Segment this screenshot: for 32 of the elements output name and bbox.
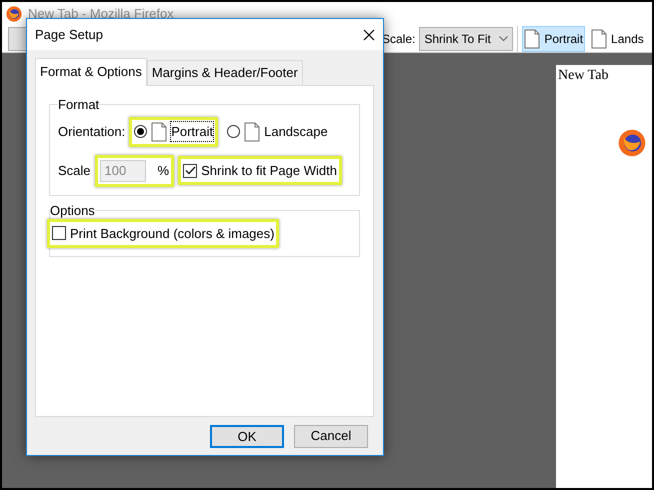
orientation-label: Orientation: xyxy=(58,122,126,141)
checkbox[interactable] xyxy=(52,226,66,240)
scale-label: Scale xyxy=(58,162,91,180)
radio-label[interactable]: Portrait xyxy=(171,122,214,142)
unit-label: % xyxy=(158,162,170,180)
orientation-button[interactable]: Portrait xyxy=(522,26,586,52)
page-header: New Tab xyxy=(557,67,610,85)
page-icon xyxy=(524,28,540,48)
page-icon xyxy=(244,122,260,142)
radio-label[interactable]: Landscape xyxy=(264,122,328,142)
close-icon[interactable] xyxy=(363,28,375,40)
scale-label: Scale: xyxy=(382,30,416,48)
page-icon xyxy=(151,122,168,142)
checkbox-label[interactable]: Shrink to fit Page Width xyxy=(201,160,337,180)
window-title: New Tab - Mozilla Firefox xyxy=(28,4,174,23)
tab[interactable]: Margins & Header/Footer xyxy=(146,60,303,84)
dialog-button[interactable]: OK xyxy=(210,424,284,448)
group-label: Format xyxy=(58,98,100,110)
logo-icon xyxy=(618,129,646,157)
tab[interactable]: Format & Options xyxy=(35,58,147,86)
chevron-icon xyxy=(499,36,508,42)
radio-button[interactable] xyxy=(134,125,148,138)
checkbox[interactable] xyxy=(183,164,198,178)
logo-icon xyxy=(6,6,22,22)
page-icon xyxy=(591,28,608,48)
dialog-title: Page Setup xyxy=(35,26,103,44)
radio-button[interactable] xyxy=(227,125,240,138)
group-label: Options xyxy=(50,204,95,216)
orientation-button[interactable]: Lands xyxy=(589,26,646,52)
scale-dropdown[interactable]: Shrink To Fit xyxy=(419,26,514,50)
dialog-button[interactable]: Cancel xyxy=(294,424,368,448)
checkbox-label[interactable]: Print Background (colors & images) xyxy=(70,224,274,243)
